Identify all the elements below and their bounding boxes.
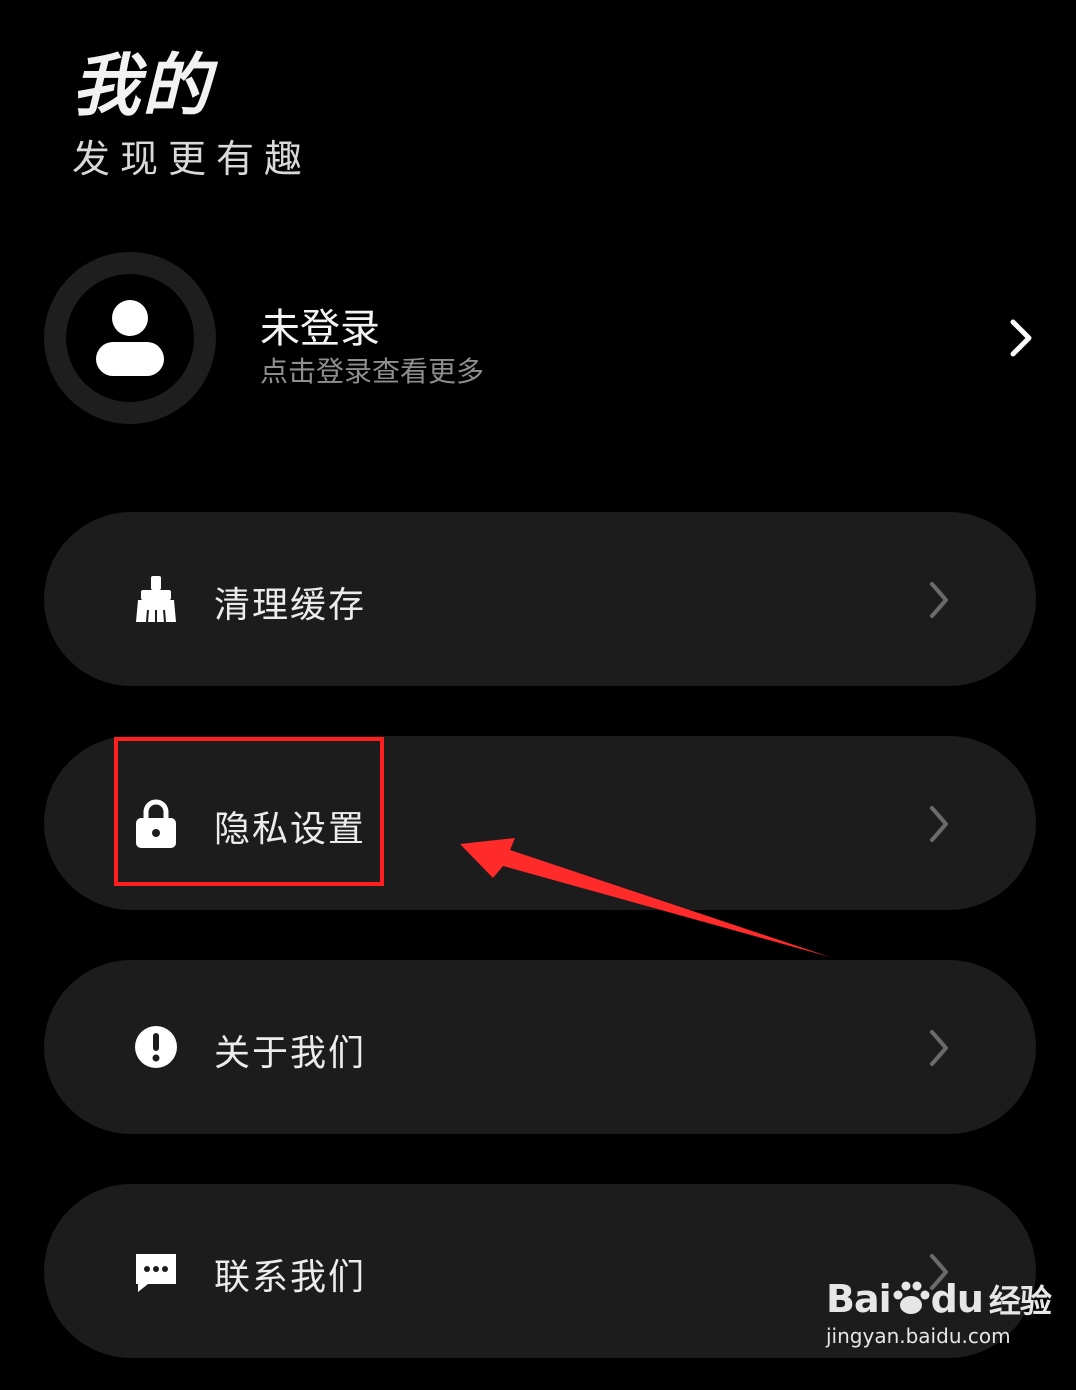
login-hint[interactable]: 点击登录查看更多 — [260, 350, 484, 390]
chevron-right-icon — [930, 1030, 948, 1066]
avatar[interactable] — [44, 252, 216, 424]
chevron-right-icon — [930, 806, 948, 842]
page-subtitle: 发现更有趣 — [72, 137, 313, 181]
watermark-brand-cn: 经验 — [988, 1282, 1052, 1320]
chat-icon — [136, 1254, 176, 1292]
user-icon — [96, 300, 164, 376]
paw-icon — [893, 1281, 930, 1314]
watermark-brand-latin: Bai — [826, 1277, 892, 1321]
watermark-brand-latin-2: du — [930, 1277, 984, 1321]
menu-item-about-us[interactable]: 关于我们 — [44, 960, 1036, 1134]
highlight-box — [114, 737, 384, 886]
baidu-jingyan-watermark: Bai du 经验 jingyan.baidu.com — [826, 1276, 1052, 1348]
menu-item-clear-cache[interactable]: 清理缓存 — [44, 512, 1036, 686]
chevron-right-icon — [930, 582, 948, 618]
login-status[interactable]: 未登录 — [260, 296, 380, 354]
annotation-arrow-icon — [460, 838, 830, 957]
menu-label-clear-cache: 清理缓存 — [214, 585, 367, 626]
menu-label-about-us: 关于我们 — [214, 1033, 367, 1074]
exclamation-icon — [135, 1026, 177, 1068]
chevron-right-icon[interactable] — [1005, 316, 1035, 360]
page-title: 我的 — [72, 47, 213, 126]
menu-label-contact-us: 联系我们 — [214, 1257, 367, 1298]
broom-icon — [136, 576, 176, 623]
watermark-url: jingyan.baidu.com — [826, 1324, 1011, 1348]
